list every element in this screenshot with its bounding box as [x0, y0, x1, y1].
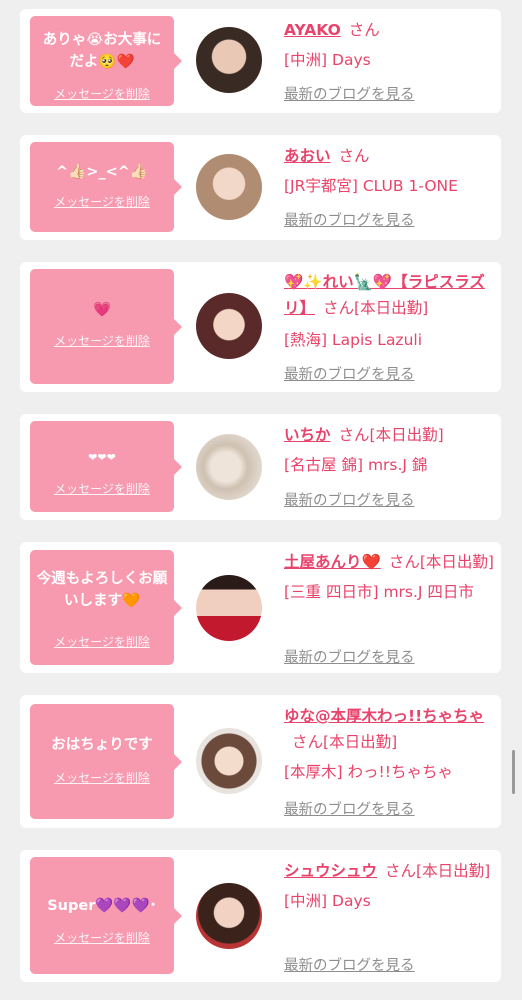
avatar[interactable] — [196, 883, 262, 949]
honorific: さん — [292, 733, 324, 751]
latest-blog-link[interactable]: 最新のブログを見る — [284, 646, 415, 667]
latest-blog-link[interactable]: 最新のブログを見る — [284, 209, 415, 230]
message-card: ^👍🏻>_<^👍🏻 メッセージを削除 あおい さん [JR宇都宮] CLUB 1-… — [20, 135, 501, 240]
message-text: 今週もよろしくお願いします🧡 — [36, 571, 168, 609]
delete-message-link[interactable]: メッセージを削除 — [30, 86, 174, 102]
message-text: ありゃ😭お大事にだよ🥺❤️ — [42, 32, 162, 70]
message-bubble: おはちょりです メッセージを削除 — [30, 704, 182, 819]
avatar[interactable] — [196, 27, 262, 93]
avatar[interactable] — [196, 728, 262, 794]
avatar[interactable] — [196, 434, 262, 500]
shop-name: [三重 四日市] mrs.J 四日市 — [284, 583, 474, 601]
cast-name-link[interactable]: 土屋あんり❤️ — [284, 553, 381, 571]
cast-name-link[interactable]: AYAKO — [284, 21, 341, 39]
message-bubble: 今週もよろしくお願いします🧡 メッセージを削除 — [30, 550, 182, 665]
latest-blog-link[interactable]: 最新のブログを見る — [284, 489, 415, 510]
cast-name-link[interactable]: ゆな@本厚木わっ!!ちゃちゃ — [284, 707, 484, 725]
profile-info: いちか さん[本日出勤] [名古屋 錦] mrs.J 錦 — [284, 422, 496, 478]
message-bubble: ❤❤❤ メッセージを削除 — [30, 421, 182, 512]
avatar[interactable] — [196, 293, 262, 359]
profile-info: 土屋あんり❤️ さん[本日出勤] [三重 四日市] mrs.J 四日市 — [284, 549, 496, 605]
message-card: 今週もよろしくお願いします🧡 メッセージを削除 土屋あんり❤️ さん[本日出勤] … — [20, 542, 501, 673]
shop-name: [JR宇都宮] CLUB 1-ONE — [284, 177, 458, 195]
status-label: [本日出勤] — [416, 862, 491, 880]
delete-message-link[interactable]: メッセージを削除 — [30, 481, 174, 497]
status-label: [本日出勤] — [354, 299, 429, 317]
profile-info: あおい さん [JR宇都宮] CLUB 1-ONE — [284, 143, 496, 199]
honorific: さん — [348, 21, 380, 39]
honorific: さん — [388, 553, 420, 571]
delete-message-link[interactable]: メッセージを削除 — [30, 333, 174, 349]
delete-message-link[interactable]: メッセージを削除 — [30, 930, 174, 946]
avatar[interactable] — [196, 154, 262, 220]
status-label: [本日出勤] — [323, 733, 398, 751]
message-bubble: Super💜💜💜･ メッセージを削除 — [30, 857, 182, 974]
latest-blog-link[interactable]: 最新のブログを見る — [284, 798, 415, 819]
message-text: ❤❤❤ — [88, 451, 116, 464]
latest-blog-link[interactable]: 最新のブログを見る — [284, 363, 415, 384]
message-text: Super💜💜💜･ — [47, 898, 157, 914]
message-card: Super💜💜💜･ メッセージを削除 シュウシュウ さん[本日出勤] [中洲] D… — [20, 850, 501, 982]
profile-info: AYAKO さん [中洲] Days — [284, 17, 496, 73]
delete-message-link[interactable]: メッセージを削除 — [30, 634, 174, 650]
shop-name: [熱海] Lapis Lazuli — [284, 331, 423, 349]
honorific: さん — [338, 426, 370, 444]
message-text: 💗 — [92, 302, 112, 318]
message-card: ❤❤❤ メッセージを削除 いちか さん[本日出勤] [名古屋 錦] mrs.J 錦… — [20, 414, 501, 520]
avatar[interactable] — [196, 575, 262, 641]
shop-name: [中洲] Days — [284, 51, 371, 69]
cast-name-link[interactable]: シュウシュウ — [284, 862, 377, 880]
shop-name: [名古屋 錦] mrs.J 錦 — [284, 456, 428, 474]
shop-name: [中洲] Days — [284, 892, 371, 910]
status-label: [本日出勤] — [419, 553, 494, 571]
message-bubble: ^👍🏻>_<^👍🏻 メッセージを削除 — [30, 142, 182, 232]
cast-name-link[interactable]: いちか — [284, 426, 331, 444]
message-card: ありゃ😭お大事にだよ🥺❤️ メッセージを削除 AYAKO さん [中洲] Days… — [20, 9, 501, 113]
scrollbar[interactable] — [512, 750, 515, 794]
latest-blog-link[interactable]: 最新のブログを見る — [284, 83, 415, 104]
message-card: おはちょりです メッセージを削除 ゆな@本厚木わっ!!ちゃちゃさん[本日出勤] … — [20, 695, 501, 828]
honorific: さん — [338, 147, 370, 165]
profile-info: 💖✨れい🗽💖【ラピスラズリ】 さん[本日出勤] [熱海] Lapis Lazuli — [284, 269, 496, 353]
delete-message-link[interactable]: メッセージを削除 — [30, 194, 174, 210]
honorific: さん — [323, 299, 355, 317]
cast-name-link[interactable]: あおい — [284, 147, 331, 165]
shop-name: [本厚木] わっ!!ちゃちゃ — [284, 763, 453, 781]
message-bubble: 💗 メッセージを削除 — [30, 269, 182, 384]
profile-info: シュウシュウ さん[本日出勤] [中洲] Days — [284, 858, 496, 914]
honorific: さん — [385, 862, 417, 880]
message-bubble: ありゃ😭お大事にだよ🥺❤️ メッセージを削除 — [30, 16, 182, 106]
status-label: [本日出勤] — [369, 426, 444, 444]
profile-info: ゆな@本厚木わっ!!ちゃちゃさん[本日出勤] [本厚木] わっ!!ちゃちゃ — [284, 703, 496, 785]
message-text: ^👍🏻>_<^👍🏻 — [56, 164, 148, 180]
message-text: おはちょりです — [51, 737, 153, 753]
delete-message-link[interactable]: メッセージを削除 — [30, 770, 174, 786]
message-card: 💗 メッセージを削除 💖✨れい🗽💖【ラピスラズリ】 さん[本日出勤] [熱海] L… — [20, 262, 501, 392]
latest-blog-link[interactable]: 最新のブログを見る — [284, 954, 415, 975]
